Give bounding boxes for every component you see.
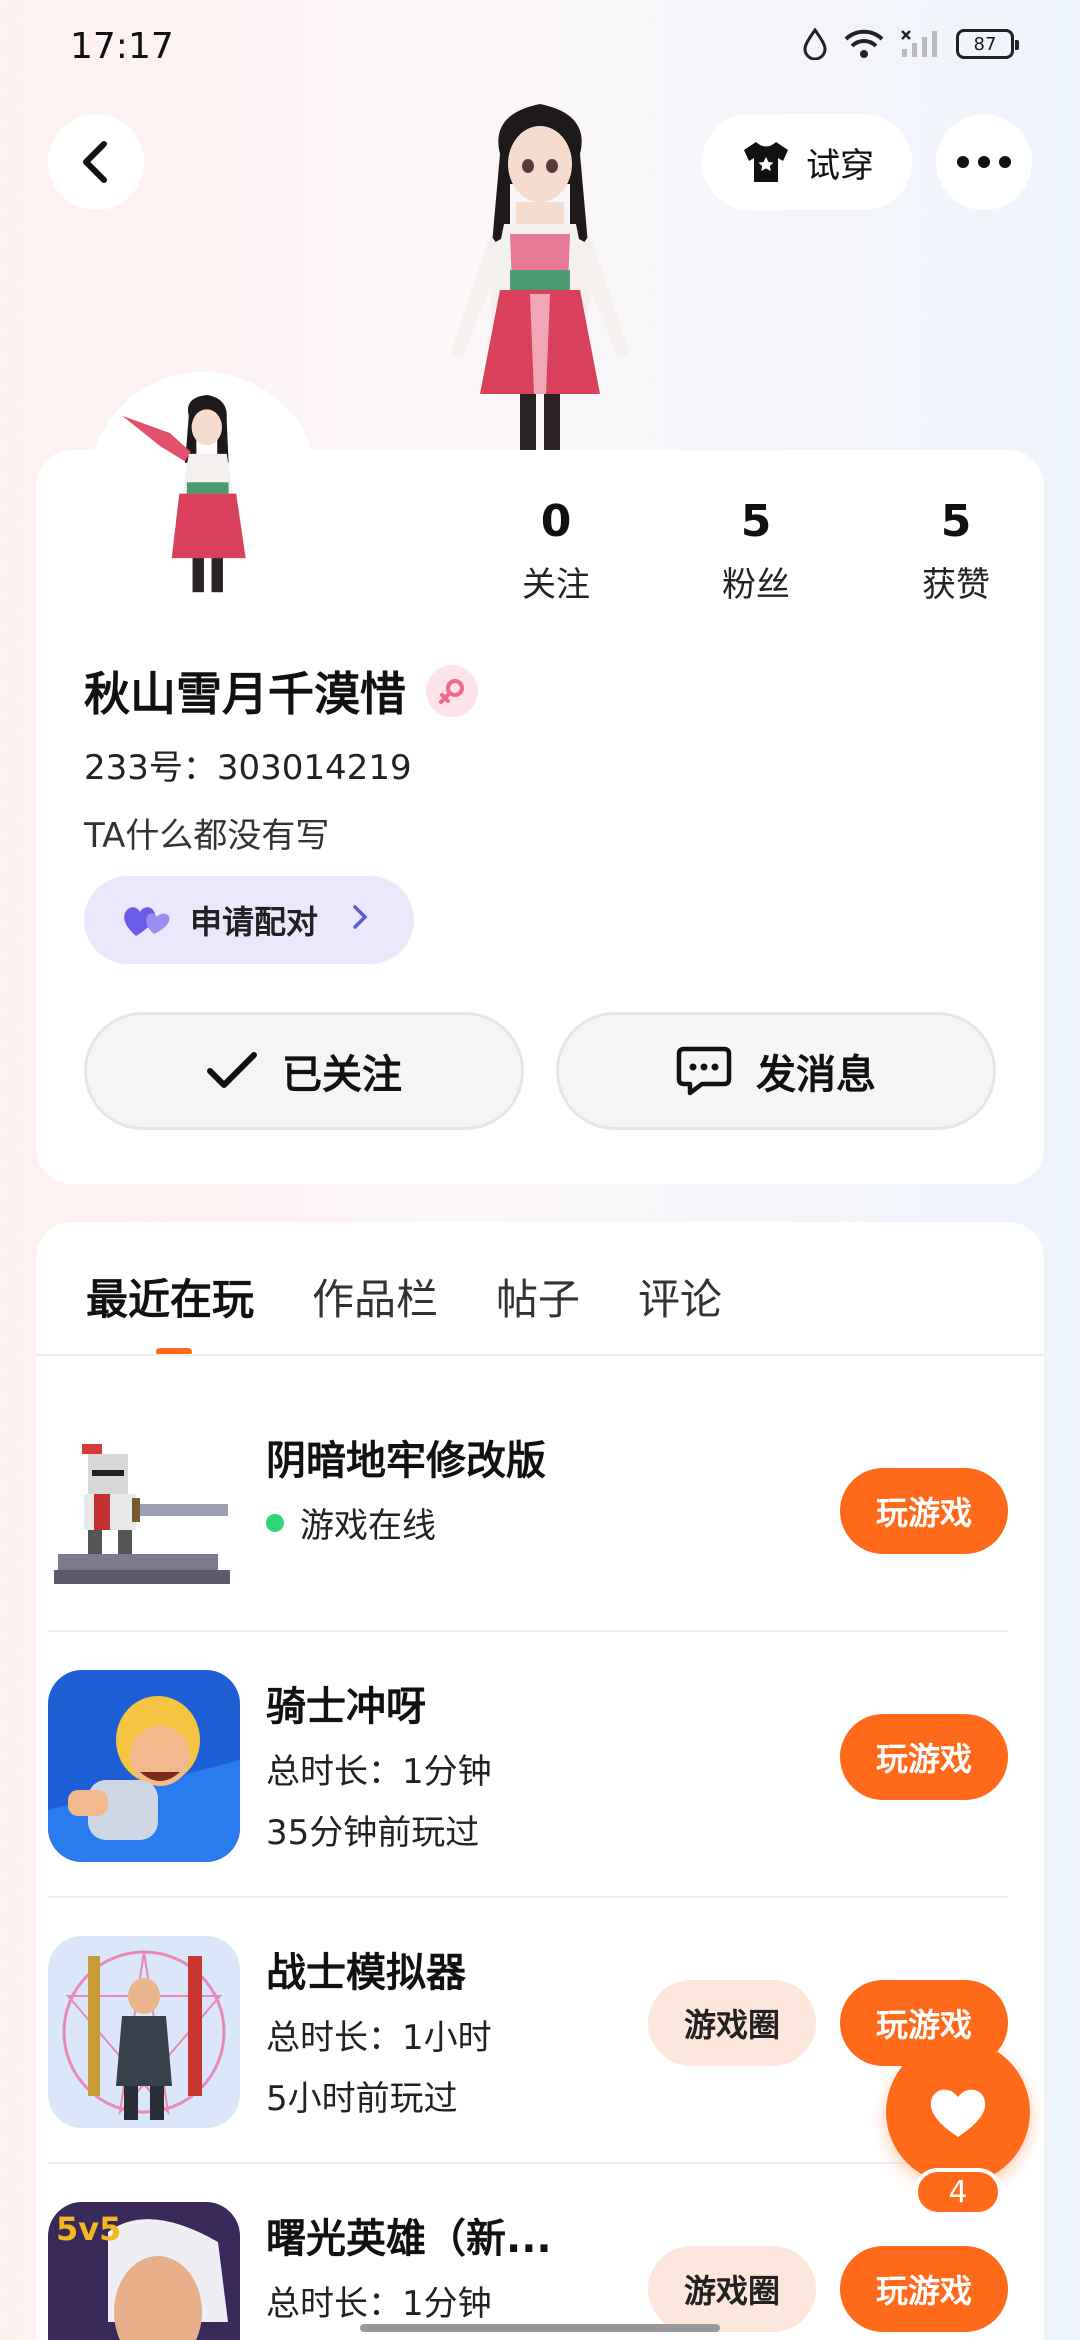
avatar-figure-image[interactable] bbox=[430, 94, 650, 454]
signal-icon bbox=[901, 30, 937, 57]
status-bar: 17:17 87 bbox=[0, 0, 1080, 96]
data-saver-icon bbox=[803, 28, 827, 60]
send-message-button[interactable]: 发消息 bbox=[556, 1012, 996, 1130]
try-on-button[interactable]: 试穿 bbox=[702, 114, 912, 210]
game-last-played: 35分钟前玩过 bbox=[266, 1813, 480, 1853]
apply-pair-button[interactable]: 申请配对 bbox=[84, 876, 414, 964]
game-title: 战士模拟器 bbox=[266, 1950, 466, 1996]
online-status-dot bbox=[266, 1513, 284, 1532]
profile-tabs: 最近在玩 作品栏 帖子 评论 bbox=[86, 1266, 722, 1356]
status-time: 17:17 bbox=[70, 26, 174, 67]
avatar[interactable] bbox=[88, 372, 318, 602]
stat-likes-label: 获赞 bbox=[922, 565, 990, 605]
game-icon-knight-rush bbox=[48, 1670, 240, 1862]
battery-icon: 87 bbox=[956, 29, 1019, 59]
stat-following[interactable]: 0 关注 bbox=[456, 496, 656, 606]
following-label: 已关注 bbox=[282, 1052, 402, 1098]
female-gender-icon bbox=[426, 665, 478, 717]
try-on-label: 试穿 bbox=[806, 145, 874, 186]
game-status-text: 游戏在线 bbox=[300, 1506, 436, 1546]
stat-following-label: 关注 bbox=[522, 565, 590, 605]
stat-fans[interactable]: 5 粉丝 bbox=[656, 496, 856, 606]
nickname-row: 秋山雪月千漠惜 bbox=[84, 658, 478, 724]
game-icon-dark-dungeon bbox=[48, 1424, 240, 1616]
tabs-divider bbox=[36, 1354, 1044, 1356]
stat-fans-value: 5 bbox=[740, 496, 772, 547]
hearts-icon bbox=[124, 907, 170, 936]
nickname: 秋山雪月千漠惜 bbox=[84, 667, 406, 721]
game-circle-button[interactable]: 游戏圈 bbox=[648, 1980, 816, 2066]
wifi-icon bbox=[844, 29, 884, 58]
game-last-played: 5小时前玩过 bbox=[266, 2079, 458, 2119]
message-icon bbox=[676, 1046, 732, 1096]
heart-icon bbox=[930, 2089, 986, 2137]
stat-likes-value: 5 bbox=[940, 496, 972, 547]
game-icon-warrior-simulator bbox=[48, 1936, 240, 2128]
bio: TA什么都没有写 bbox=[84, 816, 330, 856]
svg-text:5v5: 5v5 bbox=[56, 2210, 121, 2248]
tab-recent-play[interactable]: 最近在玩 bbox=[86, 1266, 254, 1356]
play-game-button[interactable]: 玩游戏 bbox=[840, 2246, 1008, 2332]
user-id: 233号：303014219 bbox=[84, 748, 412, 788]
game-circle-button[interactable]: 游戏圈 bbox=[648, 2246, 816, 2332]
game-status: 游戏在线 bbox=[266, 1498, 546, 1547]
game-row[interactable]: 战士模拟器 总时长：1小时 5小时前玩过 游戏圈 玩游戏 bbox=[48, 1896, 1008, 2128]
following-button[interactable]: 已关注 bbox=[84, 1012, 524, 1130]
profile-stats: 0 关注 5 粉丝 5 获赞 bbox=[456, 496, 1056, 606]
game-row[interactable]: 骑士冲呀 总时长：1分钟 35分钟前玩过 玩游戏 bbox=[48, 1630, 1008, 1862]
game-icon-dawn-heroes: 5v5 bbox=[48, 2202, 240, 2340]
game-info: 骑士冲呀 总时长：1分钟 35分钟前玩过 bbox=[266, 1674, 492, 1854]
play-game-button[interactable]: 玩游戏 bbox=[840, 1468, 1008, 1554]
shirt-icon bbox=[744, 142, 788, 182]
play-game-button[interactable]: 玩游戏 bbox=[840, 1714, 1008, 1800]
tab-comments[interactable]: 评论 bbox=[638, 1266, 722, 1327]
tab-works[interactable]: 作品栏 bbox=[312, 1266, 438, 1327]
game-title: 阴暗地牢修改版 bbox=[266, 1438, 546, 1484]
status-icons: 87 bbox=[802, 28, 1019, 60]
game-total-time: 总时长：1分钟 bbox=[266, 1752, 492, 1792]
game-row[interactable]: 5v5 曙光英雄（新... 总时长：1分钟 游戏圈 玩游戏 bbox=[48, 2162, 1008, 2340]
stat-following-value: 0 bbox=[540, 496, 572, 547]
stat-likes[interactable]: 5 获赞 bbox=[856, 496, 1056, 606]
game-title: 曙光英雄（新... bbox=[266, 2216, 552, 2262]
send-message-label: 发消息 bbox=[756, 1052, 876, 1098]
game-title: 骑士冲呀 bbox=[266, 1684, 426, 1730]
chevron-right-icon bbox=[350, 901, 370, 939]
check-icon bbox=[207, 1052, 257, 1088]
back-button[interactable] bbox=[48, 114, 144, 210]
game-info: 曙光英雄（新... 总时长：1分钟 bbox=[266, 2206, 552, 2325]
battery-level: 87 bbox=[973, 33, 997, 55]
game-total-time: 总时长：1小时 bbox=[266, 2018, 492, 2058]
tab-posts[interactable]: 帖子 bbox=[496, 1266, 580, 1327]
game-row[interactable]: 阴暗地牢修改版 游戏在线 玩游戏 bbox=[48, 1384, 1008, 1616]
floating-like-button[interactable] bbox=[886, 2040, 1030, 2184]
more-button[interactable] bbox=[936, 114, 1032, 210]
game-info: 战士模拟器 总时长：1小时 5小时前玩过 bbox=[266, 1940, 492, 2120]
like-count-badge: 4 bbox=[914, 2168, 1002, 2216]
home-indicator[interactable] bbox=[360, 2324, 720, 2332]
apply-pair-label: 申请配对 bbox=[190, 903, 319, 941]
chevron-left-icon bbox=[83, 141, 107, 183]
game-total-time: 总时长：1分钟 bbox=[266, 2284, 492, 2324]
stat-fans-label: 粉丝 bbox=[722, 565, 790, 605]
more-icon bbox=[957, 156, 1011, 168]
game-info: 阴暗地牢修改版 游戏在线 bbox=[266, 1428, 546, 1547]
